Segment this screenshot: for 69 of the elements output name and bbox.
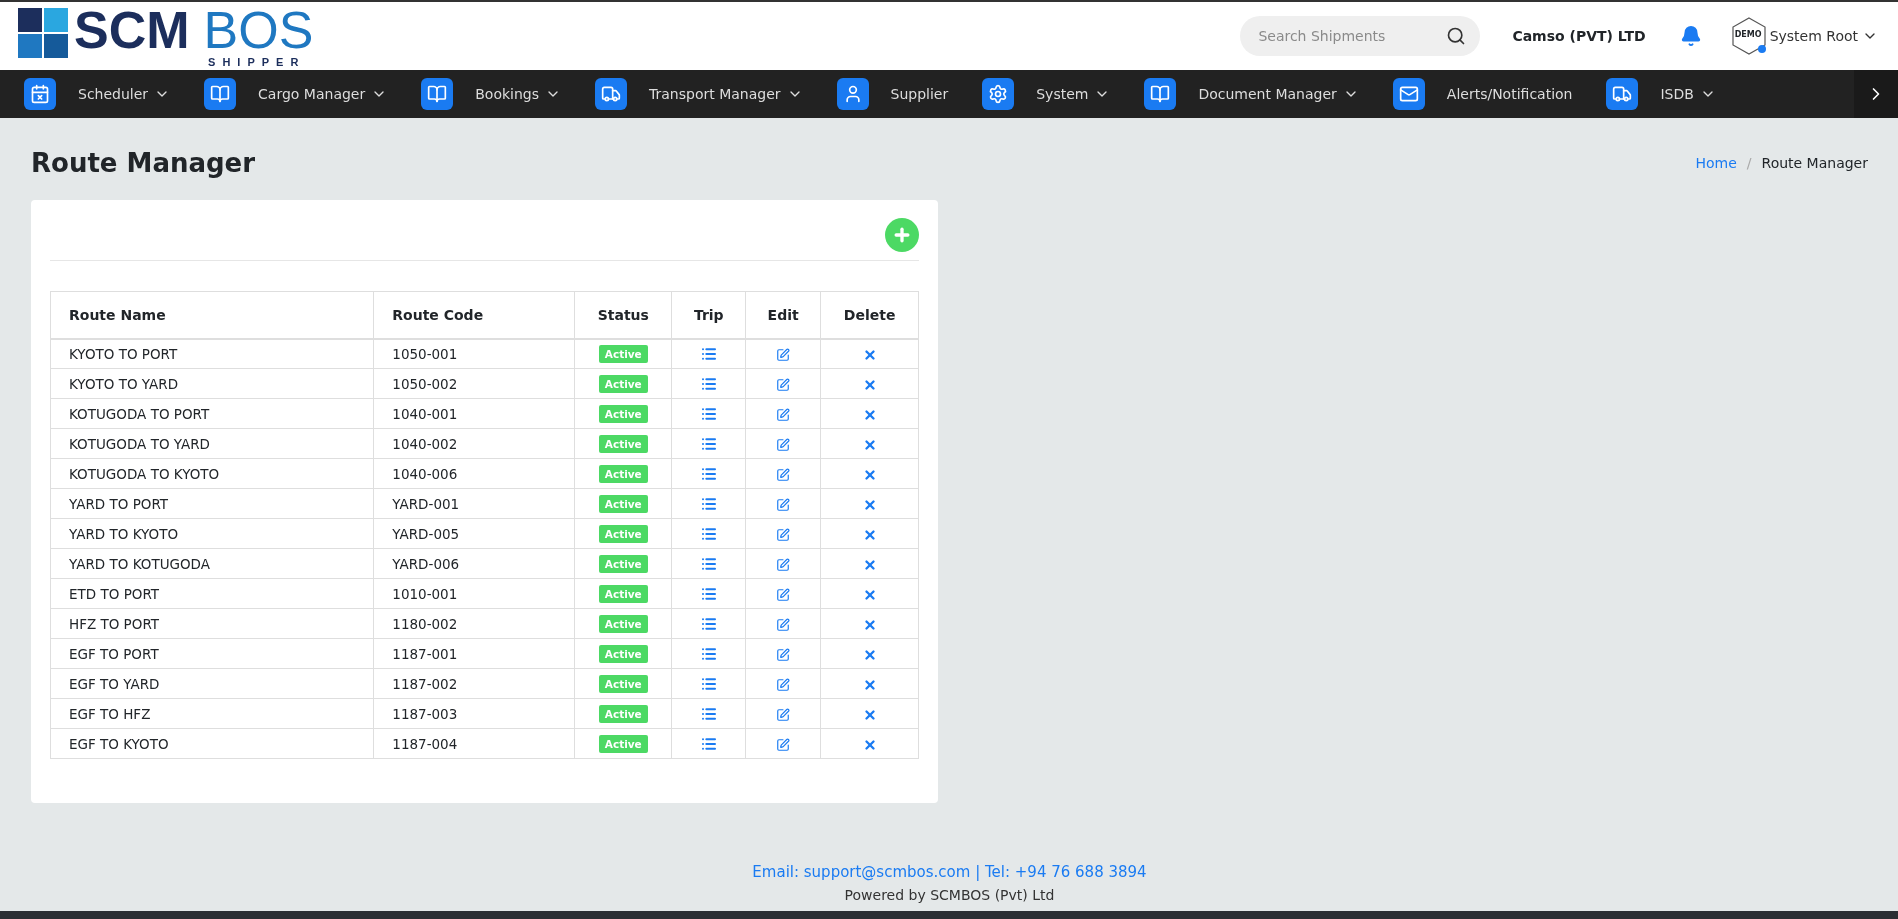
company-name: Camso (PVT) LTD [1512,28,1646,44]
avatar[interactable]: DEMO [1731,17,1766,55]
nav-item[interactable]: Transport Manager [595,78,803,110]
column-header: Status [574,291,672,339]
logo-text: BOS [203,4,314,56]
contact-info: Email: support@scmbos.com | Tel: +94 76 688 3894 [752,863,1147,881]
table-cell: EGF TO YARD [50,668,374,699]
column-header: Delete [820,291,919,339]
table-cell: 1187-004 [373,728,575,759]
status-badge: Active [598,494,648,513]
table-cell: KYOTO TO YARD [50,368,374,399]
table-cell: 1180-002 [373,608,575,639]
table-cell: EGF TO KYOTO [50,728,374,759]
table-cell: YARD TO PORT [50,488,374,519]
table-cell: EGF TO HFZ [50,698,374,729]
table-cell: 1040-002 [373,428,575,459]
table-cell: 1187-002 [373,668,575,699]
table-cell: ETD TO PORT [50,578,374,609]
logo-text: SCM [74,4,190,56]
table-cell: 1040-001 [373,398,575,429]
status-badge: Active [598,524,648,543]
nav-item[interactable]: ISDB [1606,78,1716,110]
status-badge: Active [598,584,648,603]
status-badge: Active [598,344,648,363]
status-badge: Active [598,674,648,693]
table-cell: HFZ TO PORT [50,608,374,639]
nav-item[interactable]: Cargo Manager [204,78,388,110]
status-badge: Active [598,734,648,753]
table-cell: YARD-005 [373,518,575,549]
status-badge: Active [598,554,648,573]
column-header: Route Code [373,291,575,339]
powered-by: Powered by SCMBOS (Pvt) Ltd [844,887,1055,903]
breadcrumb-current: Route Manager [1761,155,1868,171]
column-header: Edit [745,291,821,339]
column-header: Trip [671,291,746,339]
nav-item[interactable]: System [982,78,1111,110]
status-badge: Active [598,464,648,483]
nav-item[interactable]: Scheduler [24,78,171,110]
logo-subtitle: SHIPPER [208,56,306,68]
status-badge: Active [598,614,648,633]
nav-item[interactable]: Bookings [421,78,562,110]
status-badge: Active [598,404,648,423]
breadcrumb-separator: / [1746,155,1752,171]
table-cell: YARD-001 [373,488,575,519]
table-cell: 1050-002 [373,368,575,399]
status-badge: Active [598,704,648,723]
table-cell: 1187-003 [373,698,575,729]
status-badge: Active [598,374,648,393]
table-cell: KOTUGODA TO YARD [50,428,374,459]
table-cell: EGF TO PORT [50,638,374,669]
nav-item[interactable]: Supplier [836,78,949,110]
user-menu[interactable]: System Root [1769,28,1878,44]
column-header: Route Name [50,291,374,339]
table-cell: KOTUGODA TO KYOTO [50,458,374,489]
nav-item[interactable]: Document Manager [1144,78,1359,110]
table-cell: YARD-006 [373,548,575,579]
table-cell: YARD TO KOTUGODA [50,548,374,579]
table-cell: 1050-001 [373,338,575,369]
status-badge: Active [598,434,648,453]
table-cell: 1010-001 [373,578,575,609]
nav-item[interactable]: Alerts/Notification [1392,78,1573,110]
search-field[interactable]: Search Shipments [1240,16,1481,56]
table-cell: KYOTO TO PORT [50,338,374,369]
page-title: Route Manager [31,148,256,178]
table-cell: 1187-001 [373,638,575,669]
table-cell: KOTUGODA TO PORT [50,398,374,429]
table-cell: YARD TO KYOTO [50,518,374,549]
status-badge: Active [598,644,648,663]
table-cell: 1040-006 [373,458,575,489]
